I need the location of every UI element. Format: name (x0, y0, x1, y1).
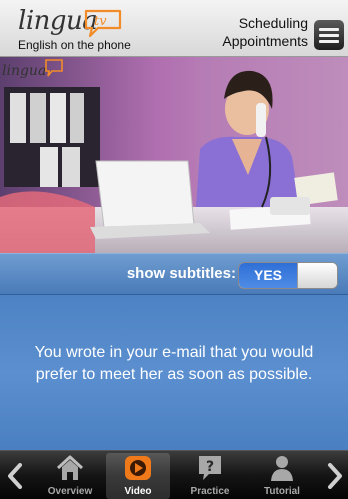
toggle-on-state: YES (239, 263, 297, 288)
video-player[interactable]: lingua (0, 57, 348, 253)
lesson-title: Scheduling Appointments (222, 14, 308, 50)
toggle-knob[interactable] (297, 263, 337, 288)
chevron-right-icon (328, 463, 342, 489)
lesson-title-line-2: Appointments (222, 33, 308, 49)
bottom-tab-bar: Overview Video ? Practice Tutorial (0, 450, 348, 499)
next-button[interactable] (322, 461, 348, 491)
linguatv-logo: lingua tv English on the phone (18, 6, 158, 54)
logo-speech-bubble-icon: tv (84, 9, 122, 38)
logo-suffix: tv (94, 14, 107, 29)
tab-overview[interactable]: Overview (38, 453, 102, 499)
svg-text:?: ? (206, 459, 214, 475)
play-icon (122, 453, 154, 483)
chevron-left-icon (8, 463, 22, 489)
logo-tagline: English on the phone (18, 38, 131, 52)
subtitle-toggle-bar: show subtitles: YES (0, 253, 348, 295)
subtitle-toggle-label: show subtitles: (126, 265, 236, 282)
tab-label: Tutorial (264, 486, 300, 497)
home-icon (54, 453, 86, 483)
menu-icon-bar (319, 33, 339, 37)
tab-label: Video (124, 486, 152, 497)
tab-label: Practice (190, 486, 230, 497)
tab-video[interactable]: Video (106, 453, 170, 499)
tab-tutorial[interactable]: Tutorial (250, 453, 314, 499)
menu-icon-bar (319, 27, 339, 31)
subtitle-panel: You wrote in your e-mail that you would … (0, 295, 348, 450)
tab-label: Overview (47, 486, 93, 497)
previous-button[interactable] (2, 461, 28, 491)
person-icon (266, 453, 298, 483)
subtitle-text: You wrote in your e-mail that you would … (34, 344, 314, 383)
watermark-text: lingua (2, 63, 46, 79)
menu-button[interactable] (314, 20, 344, 50)
video-frame (0, 57, 348, 253)
video-watermark-logo: lingua (2, 59, 63, 79)
tab-practice[interactable]: ? Practice (178, 453, 242, 499)
subtitle-toggle-switch[interactable]: YES (238, 262, 338, 289)
question-icon: ? (194, 453, 226, 483)
menu-icon-bar (319, 39, 339, 43)
app-header: lingua tv English on the phone Schedulin… (0, 0, 348, 57)
lesson-title-line-1: Scheduling (238, 15, 308, 31)
